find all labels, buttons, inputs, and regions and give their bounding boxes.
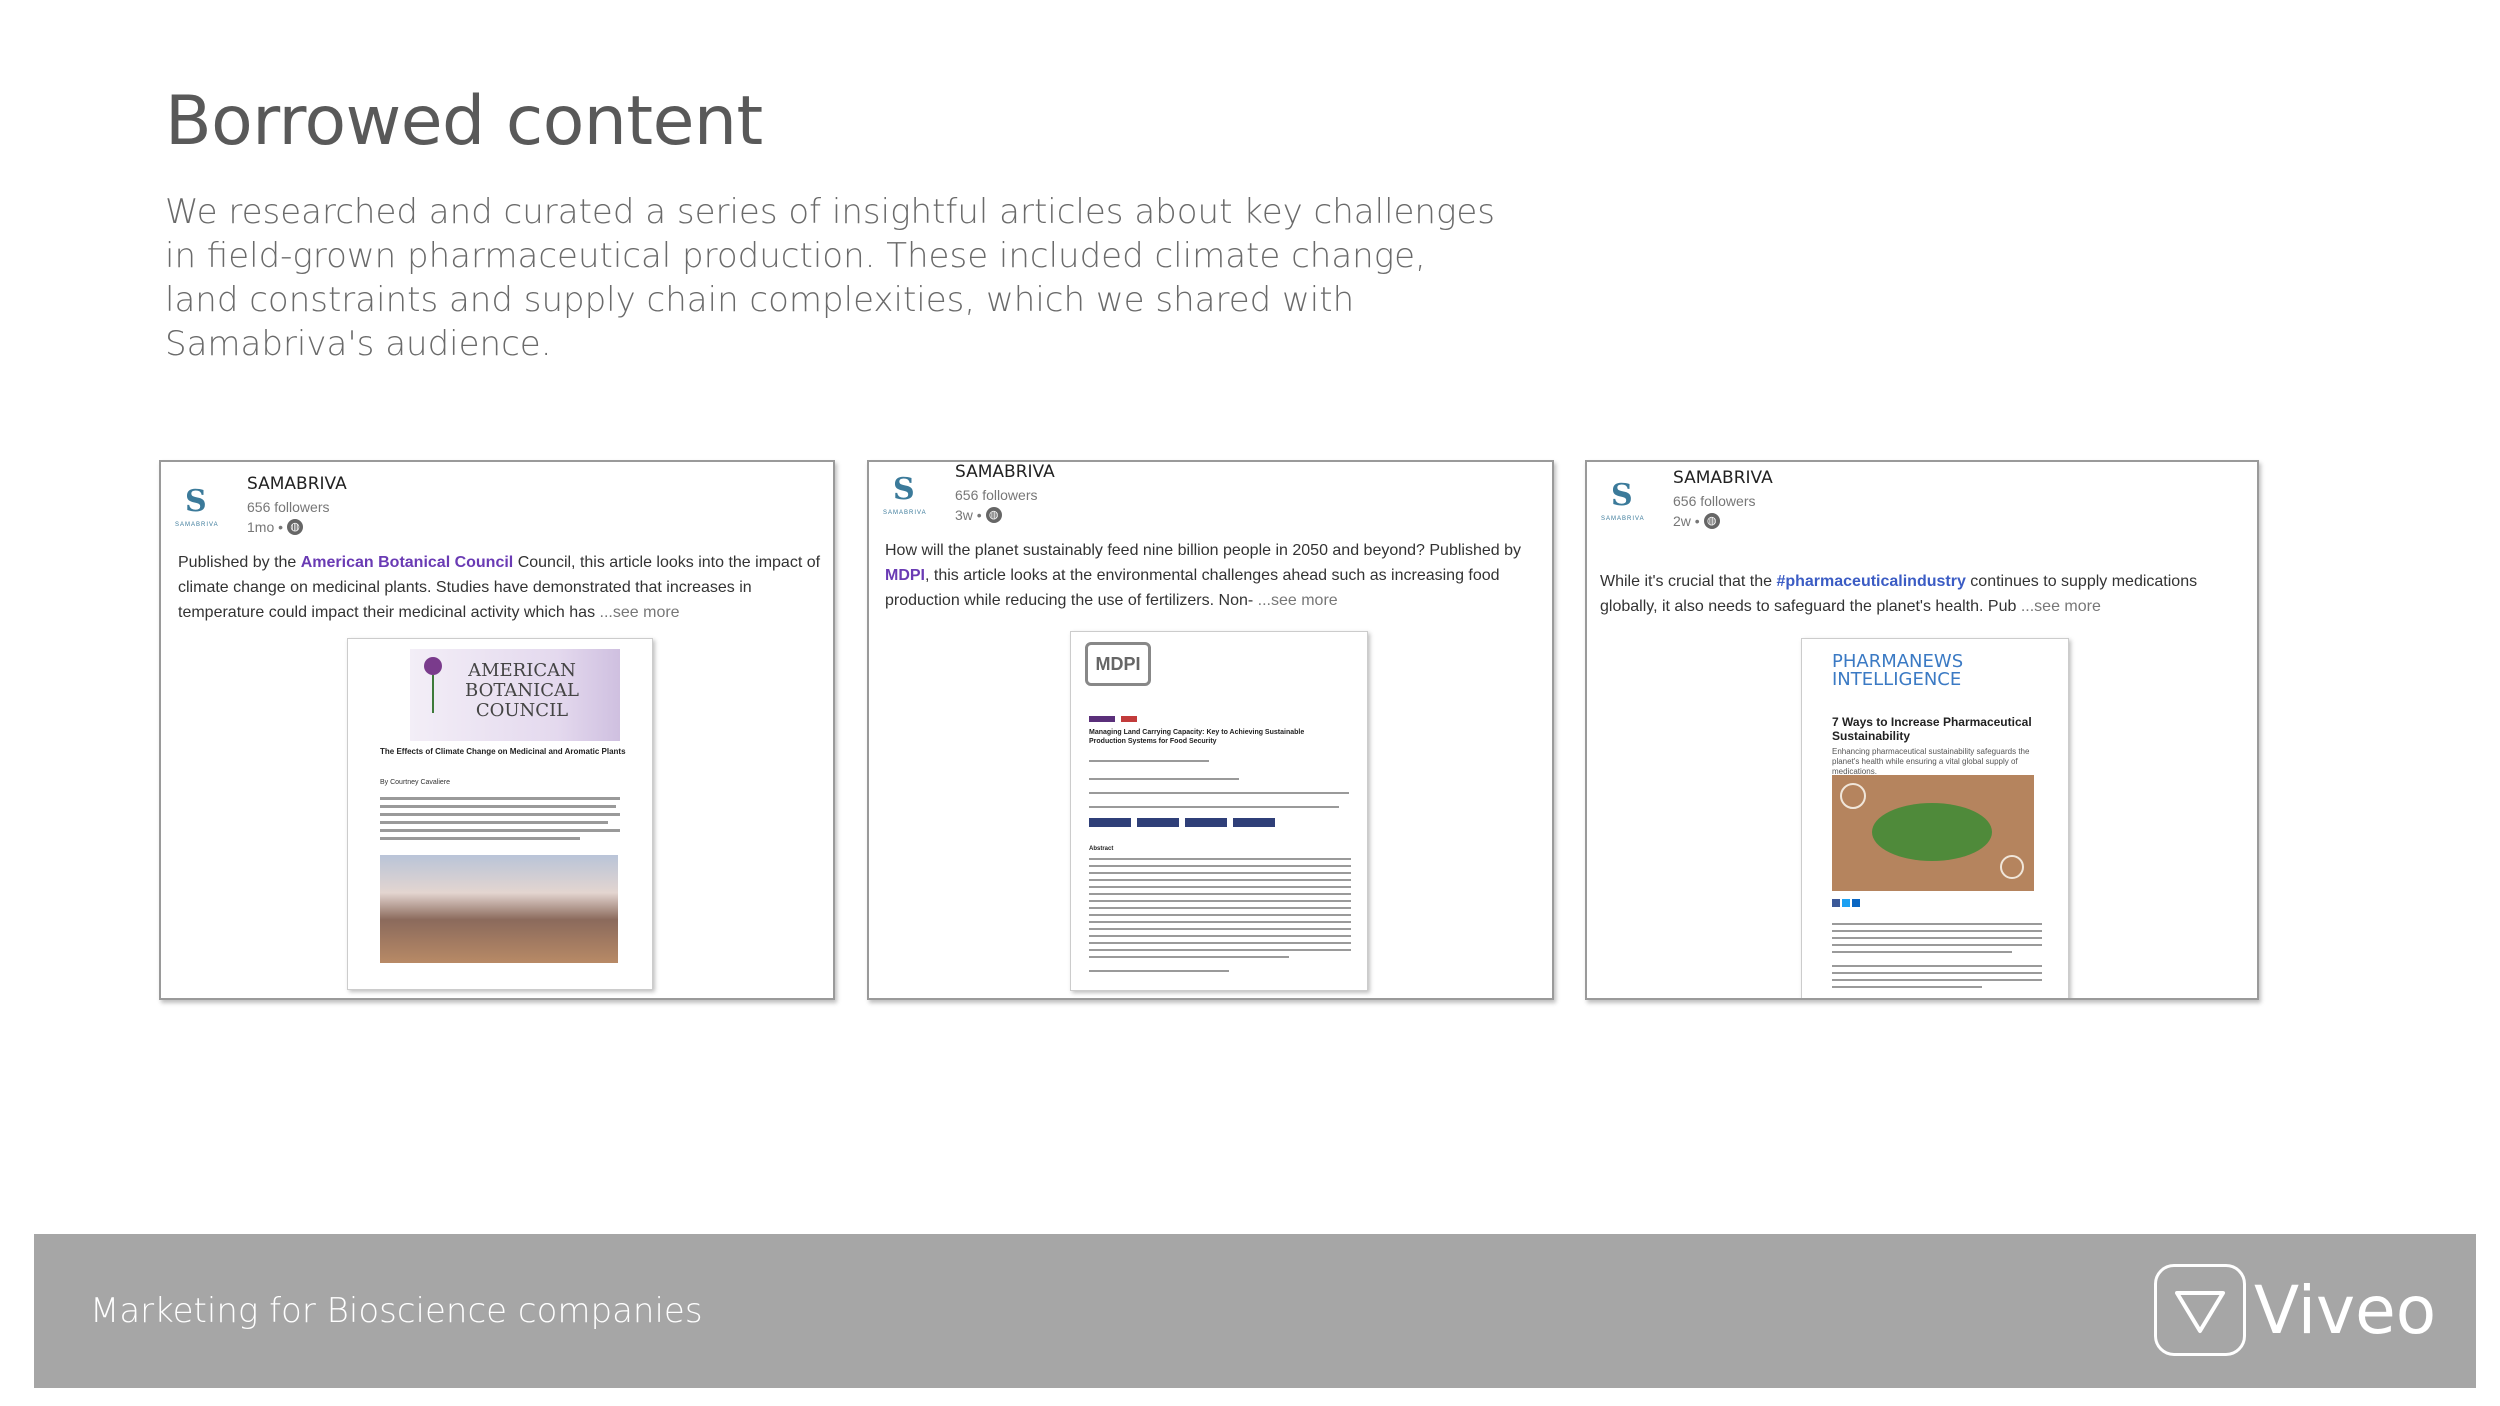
article-preview[interactable]: PHARMANEWS INTELLIGENCE 7 Ways to Increa… xyxy=(1801,638,2069,998)
org-name-line: COUNCIL xyxy=(475,700,569,721)
samabriva-logo: S SAMABRIVA xyxy=(1601,478,1645,522)
mdpi-logo: MDPI xyxy=(1085,642,1151,686)
article-title: The Effects of Climate Change on Medicin… xyxy=(380,747,626,756)
globe-icon: ◍ xyxy=(287,519,304,535)
article-title: 7 Ways to Increase Pharmaceutical Sustai… xyxy=(1832,715,2032,743)
slide-intro: We researched and curated a series of in… xyxy=(165,192,1496,364)
org-name-line: BOTANICAL xyxy=(465,680,579,701)
flower-icon xyxy=(420,657,446,713)
article-preview[interactable]: MDPI Managing Land Carrying Capacity: Ke… xyxy=(1070,631,1368,991)
post-author[interactable]: SAMABRIVA xyxy=(247,474,347,494)
post-text: Published by the American Botanical Coun… xyxy=(178,554,821,621)
article-title: Managing Land Carrying Capacity: Key to … xyxy=(1089,729,1305,745)
twitter-icon[interactable] xyxy=(1842,899,1850,907)
article-preview[interactable]: AMERICAN BOTANICAL COUNCIL The Effects o… xyxy=(347,638,653,990)
slide-title: Borrowed content xyxy=(165,82,763,161)
post-text: How will the planet sustainably feed nin… xyxy=(885,542,1521,609)
brand-name: Viveo xyxy=(2254,1271,2437,1349)
post-hashtag[interactable]: #pharmaceuticalindustry xyxy=(1776,573,1965,590)
post-followers: 656 followers xyxy=(247,499,330,515)
mountain-photo xyxy=(380,855,618,963)
post-header: S SAMABRIVA SAMABRIVA 656 followers 3w • ◍ xyxy=(883,462,1055,524)
post-link[interactable]: American Botanical Council xyxy=(301,554,514,571)
footer-bar: Marketing for Bioscience companies Viveo xyxy=(34,1234,2476,1388)
globe-icon: ◍ xyxy=(1703,513,1720,529)
recycle-world-illustration xyxy=(1832,775,2034,891)
linkedin-post-3[interactable]: S SAMABRIVA SAMABRIVA 656 followers 2w • ◍… xyxy=(1585,460,2259,1000)
linkedin-post-1[interactable]: S SAMABRIVA SAMABRIVA 656 followers 1mo •… xyxy=(159,460,835,1000)
post-followers: 656 followers xyxy=(955,487,1038,503)
post-time: 2w • ◍ xyxy=(1673,513,1773,529)
article-byline: By Courtney Cavaliere xyxy=(380,779,451,786)
post-author[interactable]: SAMABRIVA xyxy=(1673,468,1773,488)
post-header: S SAMABRIVA SAMABRIVA 656 followers 2w • ◍ xyxy=(1601,468,1773,530)
facebook-icon[interactable] xyxy=(1832,899,1840,907)
globe-icon: ◍ xyxy=(985,507,1002,523)
post-header: S SAMABRIVA SAMABRIVA 656 followers 1mo •… xyxy=(175,474,347,536)
post-time: 3w • ◍ xyxy=(955,507,1055,523)
post-author[interactable]: SAMABRIVA xyxy=(955,462,1055,482)
org-name-line: AMERICAN xyxy=(468,660,576,681)
see-more-link[interactable]: ...see more xyxy=(2021,598,2101,615)
article-summary: Enhancing pharmaceutical sustainability … xyxy=(1832,747,2030,776)
post-text: While it's crucial that the #pharmaceuti… xyxy=(1600,573,2198,615)
viveo-logo: Viveo xyxy=(2154,1264,2436,1356)
see-more-link[interactable]: ...see more xyxy=(1258,592,1338,609)
abstract-heading: Abstract xyxy=(1089,846,1114,852)
footer-tagline: Marketing for Bioscience companies xyxy=(90,1291,703,1331)
linkedin-post-2[interactable]: S SAMABRIVA SAMABRIVA 656 followers 3w • ◍… xyxy=(867,460,1554,1000)
pharmanews-logo: PHARMANEWS INTELLIGENCE xyxy=(1832,651,1964,690)
viveo-mark-icon xyxy=(2154,1264,2246,1356)
post-time: 1mo • ◍ xyxy=(247,519,347,535)
linkedin-icon[interactable] xyxy=(1852,899,1860,907)
post-link[interactable]: MDPI xyxy=(885,567,925,584)
samabriva-logo: S SAMABRIVA xyxy=(175,484,219,528)
samabriva-logo: S SAMABRIVA xyxy=(883,472,927,516)
post-followers: 656 followers xyxy=(1673,493,1756,509)
see-more-link[interactable]: ...see more xyxy=(600,604,680,621)
